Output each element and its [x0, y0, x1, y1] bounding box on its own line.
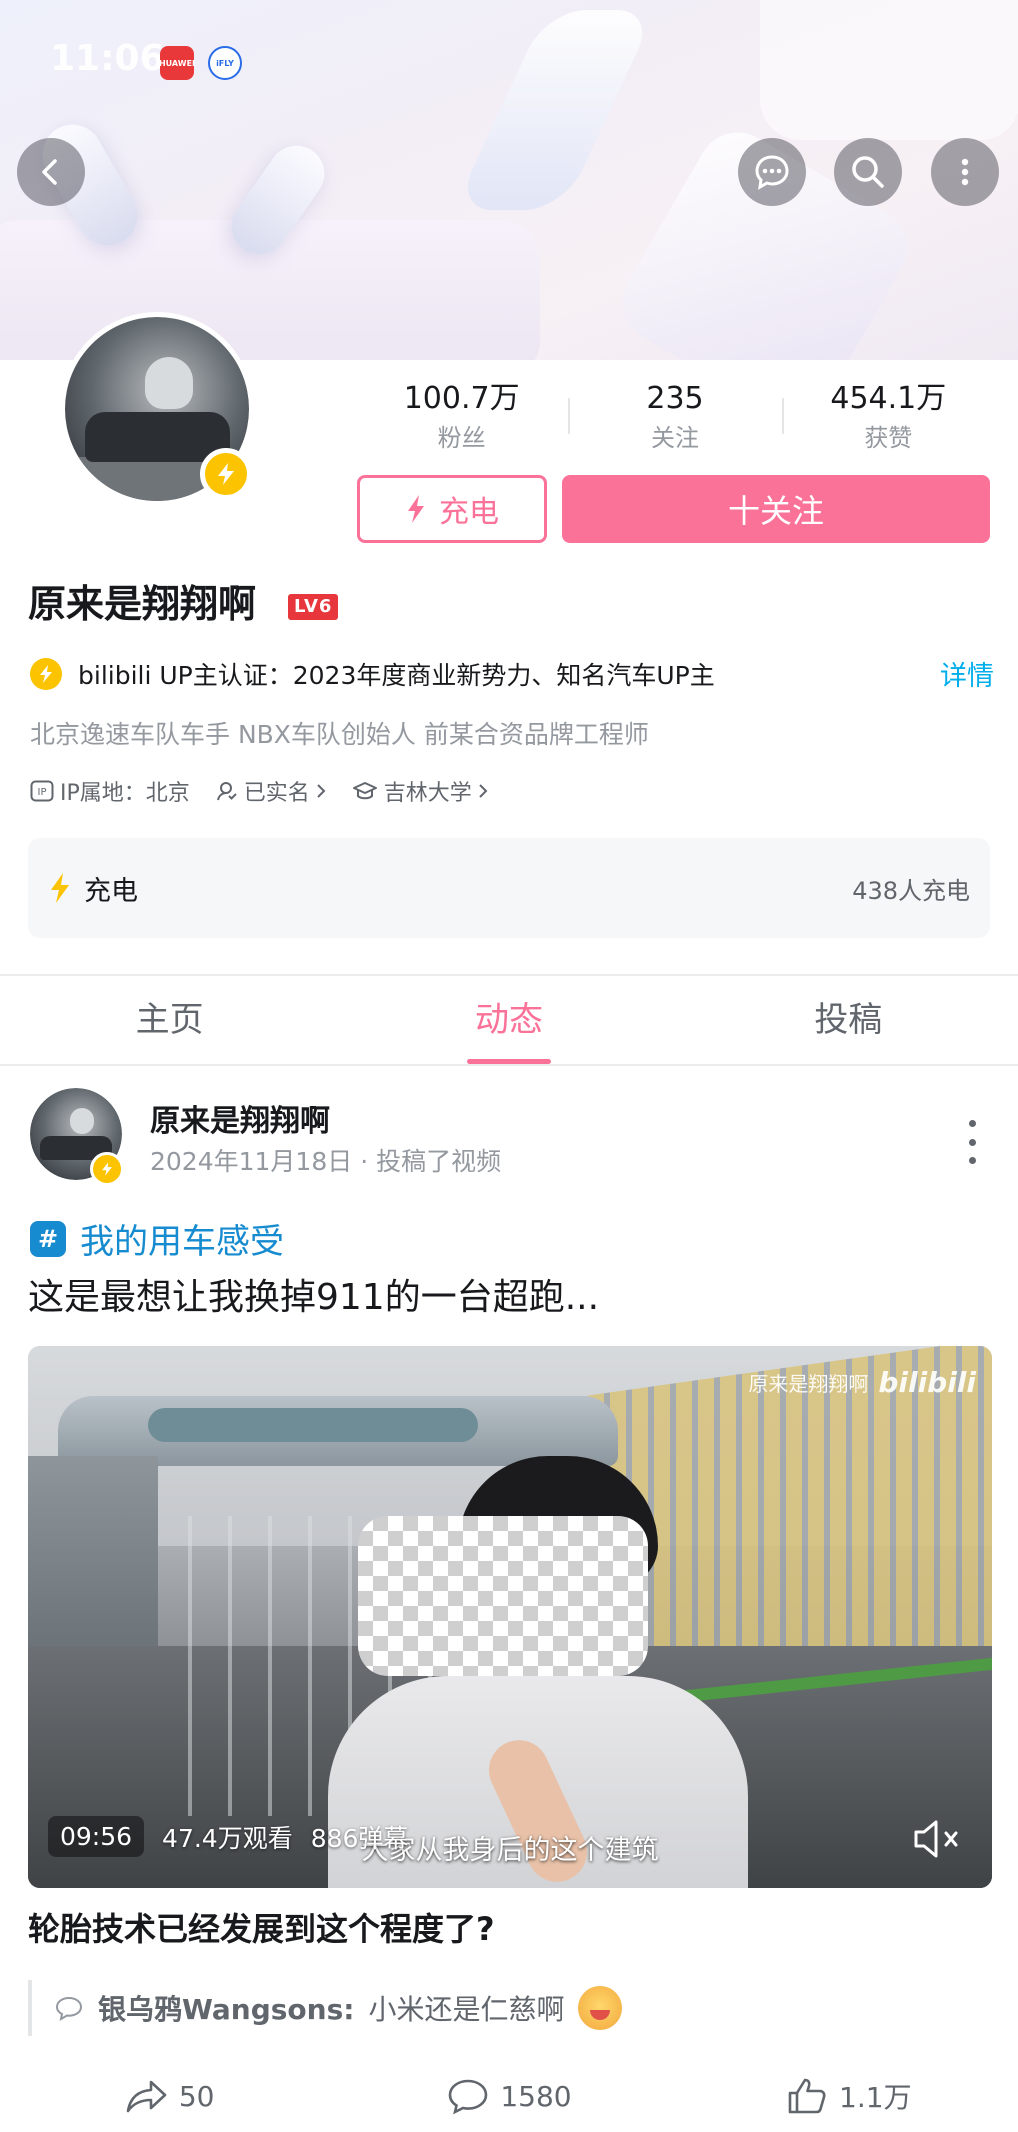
post-meta: 2024年11月18日 · 投稿了视频: [150, 1147, 502, 1176]
video-thumbnail[interactable]: 原来是翔翔啊 bilibili 大家从我身后的这个建筑 09:56 47.4万观…: [28, 1346, 992, 1888]
level-badge: LV6: [288, 594, 339, 620]
bilibili-logo: bilibili: [878, 1366, 976, 1399]
status-time: 11:06: [50, 38, 165, 79]
more-options-button[interactable]: [931, 138, 999, 206]
user-verified-icon: [216, 782, 237, 801]
profile-stats: 100.7万 粉丝 235 关注 454.1万 获赞: [355, 378, 995, 458]
profile-bio: 北京逸速车队车手 NBX车队创始人 前某合资品牌工程师: [30, 720, 649, 749]
profile-tabs: 主页 动态 投稿: [0, 976, 1018, 1066]
tab-home[interactable]: 主页: [0, 976, 339, 1064]
tab-uploads[interactable]: 投稿: [679, 976, 1018, 1064]
verified-lightning-badge-icon: [90, 1152, 124, 1186]
post-action-bar: 50 1580 1.1万: [0, 2066, 1018, 2126]
chevron-right-icon: [479, 784, 488, 798]
lightning-icon: [408, 495, 424, 523]
comment-icon: [449, 2079, 488, 2115]
stat-value: 454.1万: [830, 381, 947, 416]
real-name-text: 已实名: [243, 781, 310, 806]
certification-lightning-icon: [30, 658, 62, 690]
hashtag-icon: #: [30, 1220, 66, 1257]
follow-button-label: 十关注: [727, 492, 824, 530]
face-mosaic: [358, 1516, 648, 1676]
post-more-icon[interactable]: [960, 1120, 984, 1164]
profile-meta-row: IP IP属地：北京 已实名 吉林大学: [30, 774, 488, 808]
ip-icon: IP: [30, 780, 54, 802]
verified-lightning-badge-icon: [200, 448, 252, 500]
chevron-right-icon: [317, 784, 326, 798]
graduation-cap-icon: [352, 782, 377, 800]
comment-user[interactable]: 银乌鸦Wangsons:: [98, 1988, 354, 2028]
certification-detail-link[interactable]: 详情: [940, 654, 994, 693]
certification-row: bilibili UP主认证：2023年度商业新势力、知名汽车UP主 详情: [30, 654, 994, 694]
ifly-app-icon: iFLY: [208, 46, 242, 80]
huawei-app-icon: HUAWEI: [159, 46, 195, 80]
topic-text: 我的用车感受: [80, 1222, 284, 1262]
ip-location: IP IP属地：北京: [30, 775, 190, 807]
mute-button[interactable]: [908, 1814, 968, 1864]
video-danmaku: 886弹幕: [310, 1823, 409, 1853]
share-button[interactable]: 50: [0, 2066, 339, 2126]
comment-text: 小米还是仁慈啊: [368, 1993, 565, 2026]
stat-likes[interactable]: 454.1万 获赞: [781, 378, 995, 458]
stat-following[interactable]: 235 关注: [568, 378, 781, 458]
watermark-name: 原来是翔翔啊: [748, 1372, 869, 1396]
share-icon: [126, 2080, 167, 2113]
search-button[interactable]: [834, 138, 902, 206]
stat-value: 100.7万: [403, 381, 520, 416]
stat-label: 获赞: [864, 424, 913, 452]
profile-username: 原来是翔翔啊: [28, 582, 257, 626]
comment-button[interactable]: 1580: [339, 2066, 678, 2126]
lightning-icon: [51, 873, 69, 903]
post-author-name[interactable]: 原来是翔翔啊: [150, 1096, 330, 1140]
video-stats: 09:56 47.4万观看 886弹幕: [48, 1816, 408, 1857]
charge-panel-label: 充电: [84, 875, 138, 907]
more-vertical-icon: [961, 158, 969, 186]
stat-label: 粉丝: [437, 424, 486, 452]
post-text: 这是最想让我换掉911的一台超跑...: [28, 1277, 600, 1318]
back-button[interactable]: [17, 138, 85, 206]
search-icon: [852, 156, 884, 188]
ip-location-text: IP属地：北京: [60, 781, 190, 806]
like-count: 1.1万: [839, 2081, 912, 2114]
speaker-muted-icon: [914, 1820, 958, 1858]
charge-panel-count: 438人充电: [852, 876, 970, 905]
share-count: 50: [178, 2079, 215, 2113]
video-views: 47.4万观看: [162, 1823, 293, 1853]
stat-label: 关注: [650, 424, 699, 452]
chevron-left-icon: [42, 159, 57, 185]
stat-value: 235: [646, 381, 704, 416]
comment-bubble-icon: [55, 1996, 83, 2021]
comment-count: 1580: [500, 2079, 572, 2113]
school-text: 吉林大学: [383, 781, 472, 806]
laughing-emoji-icon: [578, 1986, 623, 2030]
charge-button-label: 充电: [439, 495, 499, 530]
video-duration: 09:56: [48, 1816, 145, 1857]
school-info[interactable]: 吉林大学: [352, 775, 488, 807]
follow-button[interactable]: 十关注: [562, 475, 990, 543]
comment-preview[interactable]: 银乌鸦Wangsons: 小米还是仁慈啊: [28, 1980, 623, 2036]
svg-text:IP: IP: [38, 787, 47, 798]
like-button[interactable]: 1.1万: [679, 2066, 1018, 2126]
charge-panel[interactable]: 充电 438人充电: [28, 838, 990, 938]
video-watermark: 原来是翔翔啊 bilibili: [748, 1366, 976, 1399]
charge-button[interactable]: 充电: [357, 475, 547, 543]
stat-followers[interactable]: 100.7万 粉丝: [355, 378, 568, 458]
chat-bubble-icon: [755, 155, 789, 190]
message-button[interactable]: [738, 138, 806, 206]
status-bar: 11:06 HUAWEI iFLY: [0, 0, 1018, 120]
video-title[interactable]: 轮胎技术已经发展到这个程度了?: [28, 1904, 495, 1950]
thumbs-up-icon: [788, 2078, 826, 2114]
tab-dynamics[interactable]: 动态: [339, 976, 678, 1064]
real-name-verified[interactable]: 已实名: [216, 775, 326, 807]
certification-text: bilibili UP主认证：2023年度商业新势力、知名汽车UP主: [78, 661, 715, 690]
post-topic[interactable]: # 我的用车感受: [30, 1214, 284, 1263]
